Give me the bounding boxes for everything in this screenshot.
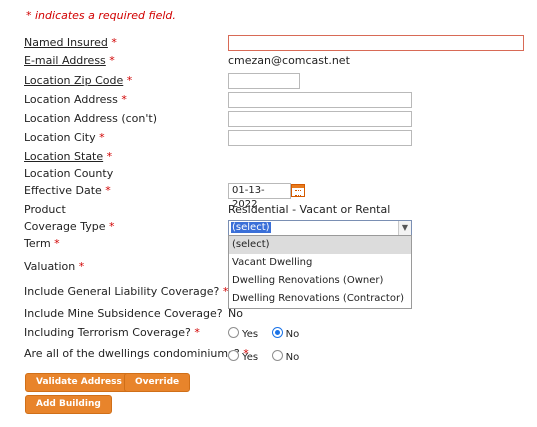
row-general-liability: Include General Liability Coverage? *: [24, 284, 228, 300]
county-label: Location County: [24, 167, 114, 180]
quote-form: * indicates a required field. Named Insu…: [0, 0, 537, 427]
row-coverage-type: Coverage Type *: [24, 219, 114, 235]
row-address-cont: Location Address (con't): [24, 111, 157, 127]
zip-input[interactable]: [228, 73, 300, 89]
row-email: E-mail Address *: [24, 53, 115, 69]
named-insured-input[interactable]: [228, 35, 524, 51]
dropdown-option[interactable]: Dwelling Renovations (Owner): [229, 272, 411, 290]
row-product: Product: [24, 202, 66, 218]
required-asterisk: *: [106, 150, 113, 163]
mine-subsidence-label: Include Mine Subsidence Coverage?: [24, 307, 223, 320]
condominiums-label: Are all of the dwellings condominiums?: [24, 347, 240, 360]
address-label: Location Address: [24, 93, 118, 106]
required-asterisk: *: [78, 260, 85, 273]
terrorism-no-label: No: [285, 329, 300, 340]
row-zip: Location Zip Code *: [24, 73, 132, 89]
calendar-icon[interactable]: [291, 184, 305, 197]
address-cont-label: Location Address (con't): [24, 112, 157, 125]
required-asterisk: *: [54, 237, 60, 250]
terrorism-radio-group: Yes No: [228, 327, 309, 341]
required-asterisk: *: [111, 36, 117, 49]
condominiums-no-radio[interactable]: [271, 350, 283, 361]
city-input[interactable]: [228, 130, 412, 146]
row-county: Location County: [24, 166, 113, 182]
effective-date-input[interactable]: 01-13-2022: [228, 183, 291, 210]
row-terrorism: Including Terrorism Coverage? *: [24, 325, 200, 341]
row-address: Location Address *: [24, 92, 127, 108]
required-asterisk: *: [121, 93, 127, 106]
row-condominiums: Are all of the dwellings condominiums? *: [24, 346, 249, 362]
terrorism-yes-radio[interactable]: [228, 327, 239, 338]
terrorism-no-radio[interactable]: [271, 327, 283, 338]
coverage-type-label: Coverage Type: [24, 220, 106, 233]
dropdown-option[interactable]: Dwelling Renovations (Contractor): [229, 290, 411, 308]
general-liability-label: Include General Liability Coverage?: [24, 285, 220, 298]
required-asterisk: *: [194, 326, 200, 339]
valuation-label: Valuation: [24, 260, 76, 273]
email-value: cmezan@comcast.net: [228, 54, 350, 67]
override-button[interactable]: Override: [124, 373, 191, 392]
required-asterisk: *: [108, 220, 115, 233]
address-cont-input[interactable]: [228, 111, 412, 127]
dropdown-option[interactable]: Vacant Dwelling: [229, 254, 411, 272]
condominiums-yes-radio[interactable]: [228, 350, 239, 361]
row-valuation: Valuation *: [24, 259, 84, 275]
required-note-text: * indicates a required field.: [26, 9, 176, 22]
required-asterisk: *: [105, 184, 111, 197]
add-building-button[interactable]: Add Building: [25, 395, 112, 414]
required-field-note: * indicates a required field.: [26, 9, 176, 22]
row-mine-subsidence: Include Mine Subsidence Coverage?: [24, 306, 223, 322]
term-label: Term: [24, 237, 51, 250]
row-state: Location State *: [24, 149, 112, 165]
condominiums-yes-label: Yes: [242, 352, 259, 363]
dropdown-option[interactable]: (select): [229, 236, 411, 254]
product-label: Product: [24, 203, 66, 216]
row-term: Term *: [24, 236, 60, 252]
required-asterisk: *: [109, 54, 115, 67]
required-asterisk: *: [126, 74, 133, 87]
coverage-type-dropdown: (select) Vacant Dwelling Dwelling Renova…: [228, 235, 412, 309]
condominiums-radio-group: Yes No: [228, 350, 309, 364]
condominiums-no-label: No: [285, 352, 300, 363]
validate-address-button[interactable]: Validate Address: [25, 373, 133, 392]
row-city: Location City *: [24, 130, 105, 146]
row-named-insured: Named Insured *: [24, 35, 117, 51]
city-label: Location City: [24, 131, 96, 144]
effective-date-label: Effective Date: [24, 184, 102, 197]
email-label: E-mail Address: [24, 54, 106, 67]
coverage-type-select[interactable]: (select) ▼: [228, 220, 412, 236]
named-insured-label: Named Insured: [24, 36, 108, 49]
chevron-down-icon[interactable]: ▼: [398, 221, 411, 235]
row-effective-date: Effective Date *: [24, 183, 111, 199]
coverage-type-selected: (select): [231, 222, 271, 233]
zip-label: Location Zip Code: [24, 74, 124, 87]
terrorism-label: Including Terrorism Coverage?: [24, 326, 191, 339]
address-input[interactable]: [228, 92, 412, 108]
state-label: Location State: [24, 150, 104, 163]
required-asterisk: *: [99, 131, 105, 144]
terrorism-yes-label: Yes: [242, 329, 259, 340]
product-value: Residential - Vacant or Rental: [228, 203, 391, 216]
